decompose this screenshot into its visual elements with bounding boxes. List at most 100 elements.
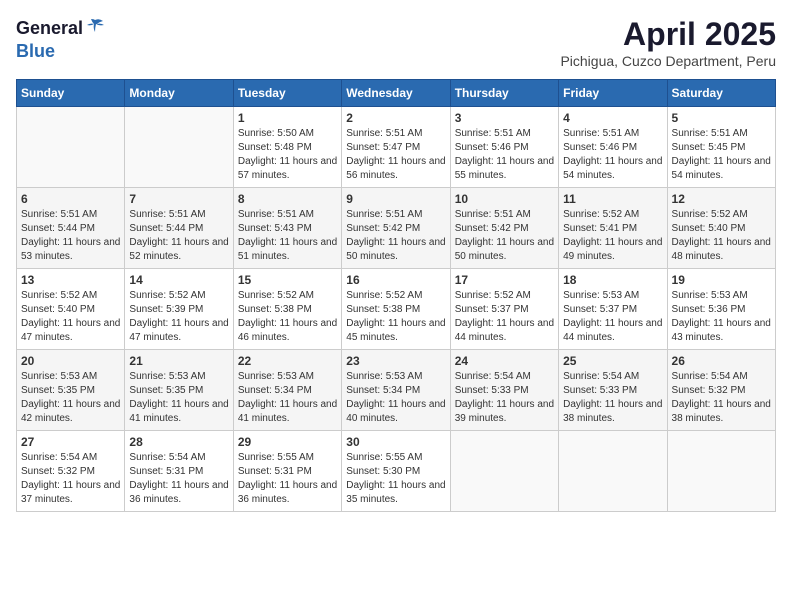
day-info: Sunrise: 5:51 AMSunset: 5:45 PMDaylight:… <box>672 127 771 183</box>
day-header-thursday: Thursday <box>450 80 558 107</box>
calendar-cell: 25 Sunrise: 5:54 AMSunset: 5:33 PMDayligh… <box>559 350 667 431</box>
calendar-week-1: 1 Sunrise: 5:50 AMSunset: 5:48 PMDaylight… <box>17 107 776 188</box>
calendar-cell <box>450 431 558 512</box>
day-info: Sunrise: 5:51 AMSunset: 5:43 PMDaylight:… <box>238 208 337 264</box>
day-number: 13 <box>21 273 120 287</box>
day-number: 5 <box>672 111 771 125</box>
day-info: Sunrise: 5:51 AMSunset: 5:44 PMDaylight:… <box>21 208 120 264</box>
day-number: 30 <box>346 435 445 449</box>
day-number: 21 <box>129 354 228 368</box>
logo-general: General <box>16 18 83 39</box>
day-number: 26 <box>672 354 771 368</box>
calendar-cell: 23Sunrise: 5:53 AMSunset: 5:34 PMDayligh… <box>342 350 450 431</box>
day-number: 4 <box>563 111 662 125</box>
day-info: Sunrise: 5:55 AMSunset: 5:30 PMDaylight:… <box>346 451 445 507</box>
calendar-cell <box>125 107 233 188</box>
day-number: 2 <box>346 111 445 125</box>
calendar-week-4: 20 Sunrise: 5:53 AMSunset: 5:35 PMDayligh… <box>17 350 776 431</box>
month-title: April 2025 <box>560 16 776 53</box>
calendar-cell: 17 Sunrise: 5:52 AMSunset: 5:37 PMDayligh… <box>450 269 558 350</box>
day-info: Sunrise: 5:52 AMSunset: 5:39 PMDaylight:… <box>129 289 228 345</box>
day-info: Sunrise: 5:54 AMSunset: 5:32 PMDaylight:… <box>672 370 771 426</box>
day-info: Sunrise: 5:51 AMSunset: 5:46 PMDaylight:… <box>455 127 554 183</box>
calendar-cell: 15 Sunrise: 5:52 AMSunset: 5:38 PMDayligh… <box>233 269 341 350</box>
day-header-saturday: Saturday <box>667 80 775 107</box>
day-info: Sunrise: 5:52 AMSunset: 5:37 PMDaylight:… <box>455 289 554 345</box>
day-number: 9 <box>346 192 445 206</box>
day-header-tuesday: Tuesday <box>233 80 341 107</box>
day-info: Sunrise: 5:53 AMSunset: 5:37 PMDaylight:… <box>563 289 662 345</box>
calendar-cell: 19 Sunrise: 5:53 AMSunset: 5:36 PMDayligh… <box>667 269 775 350</box>
day-info: Sunrise: 5:53 AMSunset: 5:34 PMDaylight:… <box>346 370 445 426</box>
calendar-week-2: 6 Sunrise: 5:51 AMSunset: 5:44 PMDaylight… <box>17 188 776 269</box>
calendar-cell: 27 Sunrise: 5:54 AMSunset: 5:32 PMDayligh… <box>17 431 125 512</box>
day-number: 19 <box>672 273 771 287</box>
calendar-cell: 6 Sunrise: 5:51 AMSunset: 5:44 PMDaylight… <box>17 188 125 269</box>
day-info: Sunrise: 5:51 AMSunset: 5:46 PMDaylight:… <box>563 127 662 183</box>
day-info: Sunrise: 5:53 AMSunset: 5:35 PMDaylight:… <box>129 370 228 426</box>
day-info: Sunrise: 5:52 AMSunset: 5:40 PMDaylight:… <box>672 208 771 264</box>
calendar-week-3: 13 Sunrise: 5:52 AMSunset: 5:40 PMDayligh… <box>17 269 776 350</box>
calendar-cell <box>17 107 125 188</box>
calendar-cell: 21 Sunrise: 5:53 AMSunset: 5:35 PMDayligh… <box>125 350 233 431</box>
day-number: 14 <box>129 273 228 287</box>
day-number: 22 <box>238 354 337 368</box>
day-number: 24 <box>455 354 554 368</box>
calendar-cell: 8 Sunrise: 5:51 AMSunset: 5:43 PMDaylight… <box>233 188 341 269</box>
calendar-cell: 7Sunrise: 5:51 AMSunset: 5:44 PMDaylight… <box>125 188 233 269</box>
calendar-cell: 4 Sunrise: 5:51 AMSunset: 5:46 PMDaylight… <box>559 107 667 188</box>
day-info: Sunrise: 5:50 AMSunset: 5:48 PMDaylight:… <box>238 127 337 183</box>
day-info: Sunrise: 5:51 AMSunset: 5:42 PMDaylight:… <box>455 208 554 264</box>
day-info: Sunrise: 5:53 AMSunset: 5:35 PMDaylight:… <box>21 370 120 426</box>
logo-blue: Blue <box>16 41 55 62</box>
calendar-cell: 28Sunrise: 5:54 AMSunset: 5:31 PMDayligh… <box>125 431 233 512</box>
day-info: Sunrise: 5:55 AMSunset: 5:31 PMDaylight:… <box>238 451 337 507</box>
calendar-cell: 2 Sunrise: 5:51 AMSunset: 5:47 PMDaylight… <box>342 107 450 188</box>
calendar-cell: 24 Sunrise: 5:54 AMSunset: 5:33 PMDayligh… <box>450 350 558 431</box>
calendar-cell: 10Sunrise: 5:51 AMSunset: 5:42 PMDayligh… <box>450 188 558 269</box>
day-info: Sunrise: 5:54 AMSunset: 5:32 PMDaylight:… <box>21 451 120 507</box>
day-number: 17 <box>455 273 554 287</box>
calendar-cell: 3 Sunrise: 5:51 AMSunset: 5:46 PMDaylight… <box>450 107 558 188</box>
day-header-wednesday: Wednesday <box>342 80 450 107</box>
logo-bird-icon <box>85 16 105 41</box>
calendar-cell <box>559 431 667 512</box>
day-info: Sunrise: 5:51 AMSunset: 5:47 PMDaylight:… <box>346 127 445 183</box>
day-info: Sunrise: 5:52 AMSunset: 5:38 PMDaylight:… <box>238 289 337 345</box>
logo: General Blue <box>16 16 105 62</box>
day-number: 29 <box>238 435 337 449</box>
day-number: 6 <box>21 192 120 206</box>
day-info: Sunrise: 5:52 AMSunset: 5:40 PMDaylight:… <box>21 289 120 345</box>
header: General Blue April 2025 Pichigua, Cuzco … <box>16 16 776 69</box>
day-info: Sunrise: 5:53 AMSunset: 5:36 PMDaylight:… <box>672 289 771 345</box>
day-info: Sunrise: 5:54 AMSunset: 5:33 PMDaylight:… <box>563 370 662 426</box>
day-info: Sunrise: 5:54 AMSunset: 5:33 PMDaylight:… <box>455 370 554 426</box>
day-info: Sunrise: 5:52 AMSunset: 5:41 PMDaylight:… <box>563 208 662 264</box>
calendar-cell: 29 Sunrise: 5:55 AMSunset: 5:31 PMDayligh… <box>233 431 341 512</box>
day-info: Sunrise: 5:53 AMSunset: 5:34 PMDaylight:… <box>238 370 337 426</box>
day-number: 15 <box>238 273 337 287</box>
calendar-cell: 11 Sunrise: 5:52 AMSunset: 5:41 PMDayligh… <box>559 188 667 269</box>
calendar-cell: 13 Sunrise: 5:52 AMSunset: 5:40 PMDayligh… <box>17 269 125 350</box>
day-header-sunday: Sunday <box>17 80 125 107</box>
calendar-cell <box>667 431 775 512</box>
calendar-week-5: 27 Sunrise: 5:54 AMSunset: 5:32 PMDayligh… <box>17 431 776 512</box>
day-number: 8 <box>238 192 337 206</box>
day-number: 11 <box>563 192 662 206</box>
calendar-cell: 1 Sunrise: 5:50 AMSunset: 5:48 PMDaylight… <box>233 107 341 188</box>
calendar-cell: 9 Sunrise: 5:51 AMSunset: 5:42 PMDaylight… <box>342 188 450 269</box>
calendar-cell: 30 Sunrise: 5:55 AMSunset: 5:30 PMDayligh… <box>342 431 450 512</box>
day-number: 3 <box>455 111 554 125</box>
day-number: 27 <box>21 435 120 449</box>
day-header-friday: Friday <box>559 80 667 107</box>
day-number: 25 <box>563 354 662 368</box>
calendar-cell: 5 Sunrise: 5:51 AMSunset: 5:45 PMDaylight… <box>667 107 775 188</box>
calendar-cell: 14 Sunrise: 5:52 AMSunset: 5:39 PMDayligh… <box>125 269 233 350</box>
day-number: 28 <box>129 435 228 449</box>
day-number: 12 <box>672 192 771 206</box>
day-number: 1 <box>238 111 337 125</box>
day-info: Sunrise: 5:51 AMSunset: 5:42 PMDaylight:… <box>346 208 445 264</box>
calendar-header-row: SundayMondayTuesdayWednesdayThursdayFrid… <box>17 80 776 107</box>
day-number: 20 <box>21 354 120 368</box>
day-number: 7 <box>129 192 228 206</box>
